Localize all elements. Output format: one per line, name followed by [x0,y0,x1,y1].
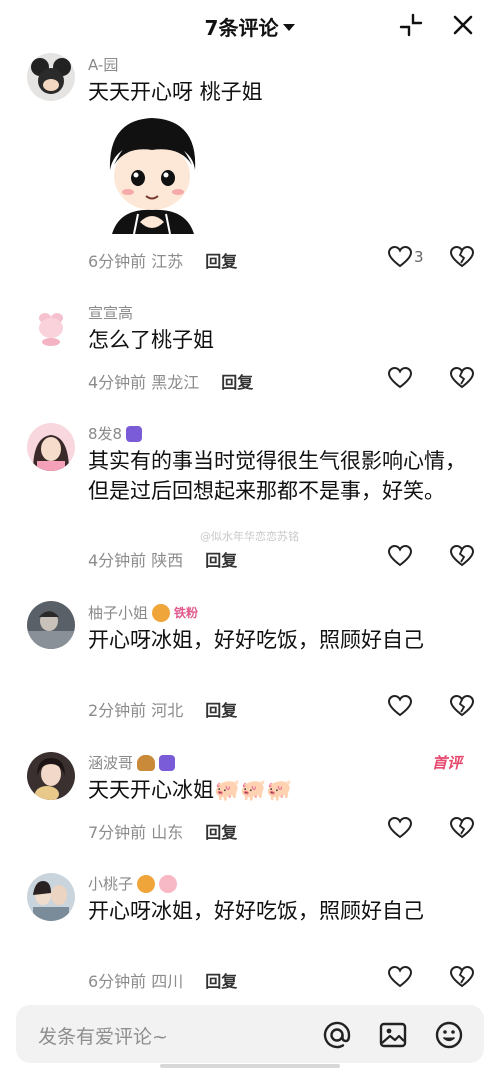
reply-button[interactable]: 回复 [205,823,237,842]
reply-button[interactable]: 回复 [205,252,237,271]
tiger-badge-icon [137,874,156,893]
header: 7条评论 [0,0,500,50]
comment-text: 开心呀冰姐，好好吃饭，照顾好自己 [88,899,424,923]
heart-icon[interactable] [388,695,412,717]
comment-meta: 6分钟前 江苏 回复 [88,248,237,272]
home-indicator [160,1064,340,1068]
username[interactable]: 8发8 [88,423,143,444]
watermark: @似水年华恋恋苏铭 [200,530,299,543]
comments-count-label: 7条评论 [204,16,279,40]
username[interactable]: 宣宣高 [88,302,133,323]
level-badge-icon [159,754,176,771]
comment-text: 天天开心呀 桃子姐 [88,80,263,104]
pig-badge-icon [159,874,178,893]
comment-meta: 2分钟前 河北 回复 [88,697,237,721]
avatar[interactable] [27,873,75,921]
comment-meta: 4分钟前 陕西 回复 [88,547,237,571]
burger-badge-icon [137,754,156,771]
broken-heart-icon[interactable] [450,367,474,389]
broken-heart-icon[interactable] [450,695,474,717]
time-location: 6分钟前 四川 [88,972,184,991]
comment-input-bar[interactable]: 发条有爱评论~ [16,1005,484,1063]
avatar[interactable] [27,601,75,649]
close-icon[interactable] [450,12,476,38]
broken-heart-icon[interactable] [450,817,474,839]
fan-badge: 铁粉 [174,606,199,620]
comment-input[interactable]: 发条有爱评论~ [38,1022,168,1049]
broken-heart-icon[interactable] [450,966,474,988]
like-count: 3 [414,248,424,266]
heart-icon[interactable] [388,966,412,988]
reply-button[interactable]: 回复 [221,373,253,392]
level-badge-icon [126,425,143,442]
heart-icon[interactable] [388,246,412,268]
dropdown-caret-icon [283,24,296,31]
tiger-badge-icon [152,603,171,622]
image-icon[interactable] [378,1020,408,1050]
comment-text: 天天开心冰姐🐖🐖🐖 [88,778,293,802]
broken-heart-icon[interactable] [450,246,474,268]
time-location: 2分钟前 河北 [88,701,184,720]
reply-button[interactable]: 回复 [205,701,237,720]
reply-button[interactable]: 回复 [205,551,237,570]
time-location: 4分钟前 黑龙江 [88,373,200,392]
avatar[interactable] [27,423,75,471]
time-location: 4分钟前 陕西 [88,551,184,570]
comments-title[interactable]: 7条评论 [0,12,500,41]
first-comment-tag: 首评 [432,754,463,772]
comment-meta: 7分钟前 山东 回复 [88,819,237,843]
avatar[interactable] [27,53,75,101]
reply-button[interactable]: 回复 [205,972,237,991]
at-icon[interactable] [322,1020,352,1050]
heart-icon[interactable] [388,367,412,389]
comment-meta: 4分钟前 黑龙江 回复 [88,369,253,393]
time-location: 7分钟前 山东 [88,823,184,842]
comment-text: 怎么了桃子姐 [88,328,214,352]
comment-meta: 6分钟前 四川 回复 [88,968,237,992]
heart-icon[interactable] [388,545,412,567]
comment-text: 其实有的事当时觉得很生气很影响心情，但是过后回想起来那都不是事，好笑。 [88,449,466,503]
comment-text: 开心呀冰姐，好好吃饭，照顾好自己 [88,628,424,652]
sticker-image [100,110,205,235]
emoji-icon[interactable] [434,1020,464,1050]
avatar[interactable] [27,302,75,350]
collapse-icon[interactable] [398,12,424,38]
avatar[interactable] [27,752,75,800]
username[interactable]: A-园 [88,54,118,75]
username[interactable]: 涵波哥 [88,752,176,773]
time-location: 6分钟前 江苏 [88,252,184,271]
broken-heart-icon[interactable] [450,545,474,567]
username[interactable]: 小桃子 [88,873,178,894]
username[interactable]: 柚子小姐 铁粉 [88,602,198,623]
heart-icon[interactable] [388,817,412,839]
